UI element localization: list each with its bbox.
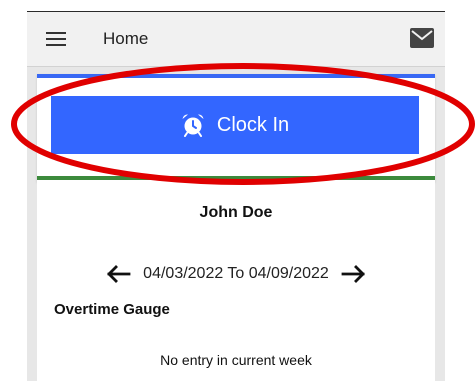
- date-range-nav: 04/03/2022 To 04/09/2022: [37, 262, 435, 286]
- clock-in-label: Clock In: [216, 113, 290, 136]
- arrow-right-icon[interactable]: [341, 264, 367, 284]
- no-entry-message: No entry in current week: [160, 352, 312, 368]
- date-range: 04/03/2022 To 04/09/2022: [143, 265, 329, 282]
- arrow-left-icon[interactable]: [105, 264, 131, 284]
- overtime-gauge-title: Overtime Gauge: [54, 301, 170, 318]
- alarm-clock-icon: [182, 114, 204, 137]
- clock-in-button[interactable]: Clock In: [51, 96, 419, 154]
- mail-icon[interactable]: [410, 28, 434, 48]
- menu-icon[interactable]: [46, 31, 66, 47]
- app-screen: Home Clock In John Doe 04/03/2022 To 04/…: [27, 12, 445, 381]
- week-summary-card: John Doe 04/03/2022 To 04/09/2022 Overti…: [37, 176, 435, 381]
- clock-card: Clock In: [37, 74, 435, 182]
- employee-name: John Doe: [199, 204, 273, 221]
- page-title: Home: [103, 29, 149, 48]
- app-bar: Home: [27, 12, 445, 67]
